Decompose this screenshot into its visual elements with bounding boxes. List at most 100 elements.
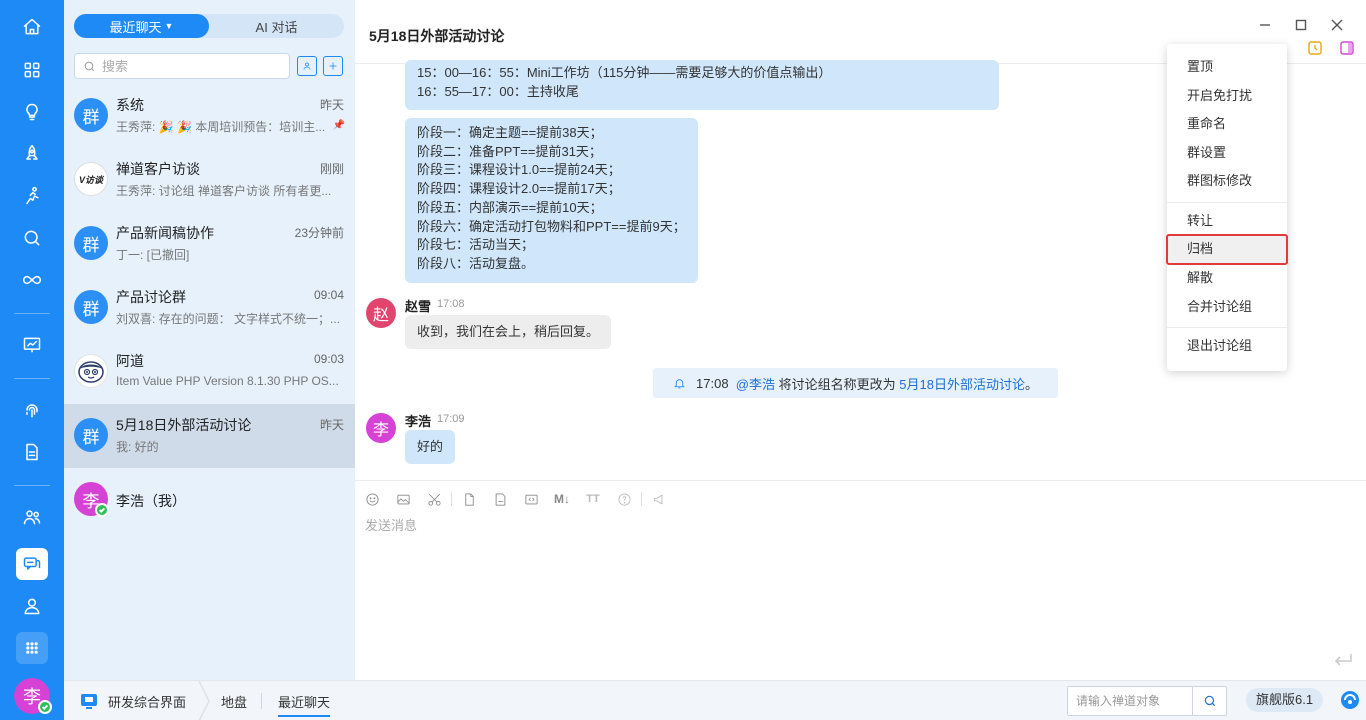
- conversation-name: 5月18日外部活动讨论: [116, 417, 252, 433]
- notice-text: 将讨论组名称更改为: [778, 376, 896, 392]
- zentao-logo-icon[interactable]: [1340, 690, 1360, 710]
- image-icon[interactable]: [395, 491, 411, 507]
- scissors-icon[interactable]: [426, 491, 442, 507]
- rocket-icon[interactable]: [16, 138, 48, 170]
- contacts-icon[interactable]: [297, 56, 317, 76]
- chat-options-menu: 置顶 开启免打扰 重命名 群设置 群图标修改 转让 归档 解散 合并讨论组 退出…: [1167, 44, 1287, 371]
- system-notice: 17:08 @李浩 将讨论组名称更改为 5月18日外部活动讨论 。: [653, 368, 1058, 398]
- document-icon[interactable]: [16, 436, 48, 468]
- breadcrumb-recent-chats[interactable]: 最近聊天: [278, 692, 331, 717]
- conversation-item-product-discussion[interactable]: 群 产品讨论群 09:04 刘双喜: 存在的问题： 文字样式不统一；...: [64, 276, 355, 340]
- history-icon[interactable]: [1307, 40, 1323, 56]
- menu-item-rename[interactable]: 重命名: [1167, 110, 1287, 138]
- object-search-input[interactable]: [1068, 687, 1192, 715]
- conversation-item-may18-event[interactable]: 群 5月18日外部活动讨论 昨天 我: 好的: [64, 404, 355, 468]
- conversation-preview: 我: 好的: [116, 440, 159, 454]
- message-line: 阶段三：课程设计1.0==提前24天；: [417, 162, 621, 178]
- file-icon[interactable]: [461, 491, 477, 507]
- conversation-search-input[interactable]: [102, 58, 272, 74]
- megaphone-icon[interactable]: [651, 491, 667, 507]
- menu-item-group-settings[interactable]: 群设置: [1167, 139, 1287, 167]
- message-line: 16：55—17：00：主持收尾: [417, 83, 579, 99]
- send-enter-icon[interactable]: [1333, 652, 1353, 668]
- infinity-icon[interactable]: [16, 264, 48, 296]
- conversation-item-self[interactable]: 李 李浩（我）: [64, 468, 355, 532]
- sidebar-panel-icon[interactable]: [1339, 40, 1355, 56]
- close-icon[interactable]: [1326, 14, 1348, 36]
- breadcrumb-workspace[interactable]: 研发综合界面: [108, 692, 186, 711]
- tab-ai-chat[interactable]: AI 对话: [209, 14, 344, 38]
- search-icon: [1204, 695, 1215, 707]
- message-line: 阶段八：活动复盘。: [417, 255, 535, 271]
- menu-item-transfer[interactable]: 转让: [1167, 207, 1287, 235]
- conversation-name: 阿道: [116, 353, 144, 369]
- avatar[interactable]: 李: [366, 413, 396, 443]
- board-icon[interactable]: [16, 329, 48, 361]
- home-icon[interactable]: [16, 11, 48, 43]
- team-icon[interactable]: [16, 501, 48, 533]
- message-phases-bubble: 阶段一：确定主题==提前38天； 阶段二：准备PPT==提前31天； 阶段三：课…: [405, 118, 698, 283]
- message-line: 阶段一：确定主题==提前38天；: [417, 125, 603, 140]
- message-time: 17:08: [437, 298, 465, 310]
- conversation-name: 禅道客户访谈: [116, 161, 200, 177]
- edition-badge[interactable]: 旗舰版6.1: [1246, 688, 1324, 712]
- notice-new-name-link[interactable]: 5月18日外部活动讨论: [899, 374, 1025, 393]
- chat-icon[interactable]: [16, 548, 48, 580]
- note-icon[interactable]: [492, 491, 508, 507]
- conversation-time: 刚刚: [319, 162, 344, 176]
- conversation-preview: Item Value PHP Version 8.1.30 PHP OS...: [116, 374, 339, 388]
- text-format-icon[interactable]: TT: [585, 491, 601, 507]
- help-icon[interactable]: [616, 491, 632, 507]
- search-icon[interactable]: [16, 222, 48, 254]
- conversation-list-panel: 最近聊天▼ AI 对话 群 系统 昨天 王秀萍: 🎉 🎉 本周培训预告：培训主.…: [64, 0, 355, 680]
- avatar: 群: [74, 98, 108, 132]
- message-bubble: 好的: [405, 430, 455, 464]
- conversation-name: 李浩（我）: [116, 493, 186, 509]
- chevron-down-icon: ▼: [164, 21, 174, 31]
- breadcrumb-divider: [261, 693, 262, 709]
- notice-time: 17:08: [696, 375, 729, 391]
- composer-divider: [355, 480, 1366, 481]
- conversation-item-adao[interactable]: 阿道 09:03 Item Value PHP Version 8.1.30 P…: [64, 340, 355, 404]
- apps-icon[interactable]: [16, 632, 48, 664]
- menu-item-pin[interactable]: 置顶: [1167, 53, 1287, 81]
- menu-divider: [1167, 202, 1287, 203]
- grid-icon[interactable]: [16, 54, 48, 86]
- conversation-time: 23分钟前: [294, 226, 344, 240]
- avatar: 群: [74, 290, 108, 324]
- user-icon[interactable]: [16, 590, 48, 622]
- message-agenda-bubble: 15：00—16：55：Mini工作坊（115分钟——需要足够大的价值点输出） …: [405, 60, 999, 110]
- conversation-name: 系统: [116, 97, 144, 113]
- menu-item-dismiss[interactable]: 解散: [1167, 264, 1287, 292]
- conversation-time: 昨天: [319, 98, 344, 112]
- menu-item-edit-group-icon[interactable]: 群图标修改: [1167, 167, 1287, 195]
- markdown-icon[interactable]: M↓: [554, 491, 570, 507]
- object-search: [1067, 686, 1227, 716]
- minimize-icon[interactable]: [1254, 14, 1276, 36]
- menu-item-merge-group[interactable]: 合并讨论组: [1167, 293, 1287, 321]
- breadcrumb-dashboard[interactable]: 地盘: [221, 692, 247, 711]
- avatar[interactable]: 赵: [366, 298, 396, 328]
- message-sender: 李浩: [405, 414, 432, 429]
- add-icon[interactable]: [323, 56, 343, 76]
- robot-avatar-icon: [74, 354, 108, 388]
- fingerprint-icon[interactable]: [16, 394, 48, 426]
- menu-item-leave-group[interactable]: 退出讨论组: [1167, 332, 1287, 360]
- tab-recent-chats[interactable]: 最近聊天 ▼: [74, 14, 209, 38]
- conversation-item-customer-interview[interactable]: V访谈 禅道客户访谈 刚刚 王秀萍: 讨论组 禅道客户访谈 所有者更...: [64, 148, 355, 212]
- message-input[interactable]: [365, 515, 1265, 665]
- search-button[interactable]: [1192, 687, 1226, 715]
- bell-icon: [674, 378, 685, 388]
- conversation-item-system[interactable]: 群 系统 昨天 王秀萍: 🎉 🎉 本周培训预告：培训主... 📌: [64, 84, 355, 148]
- lightbulb-icon[interactable]: [16, 96, 48, 128]
- maximize-icon[interactable]: [1290, 14, 1312, 36]
- conversation-item-press-release[interactable]: 群 产品新闻稿协作 23分钟前 丁一: [已撤回]: [64, 212, 355, 276]
- notice-mention-link[interactable]: @李浩: [736, 374, 775, 393]
- code-icon[interactable]: [523, 491, 539, 507]
- emoji-icon[interactable]: [364, 491, 380, 507]
- chevron-right-icon: [198, 681, 210, 720]
- menu-item-do-not-disturb[interactable]: 开启免打扰: [1167, 82, 1287, 110]
- message-line: 阶段七：活动当天；: [417, 237, 535, 253]
- run-icon[interactable]: [16, 180, 48, 212]
- chat-title: 5月18日外部活动讨论: [369, 28, 505, 44]
